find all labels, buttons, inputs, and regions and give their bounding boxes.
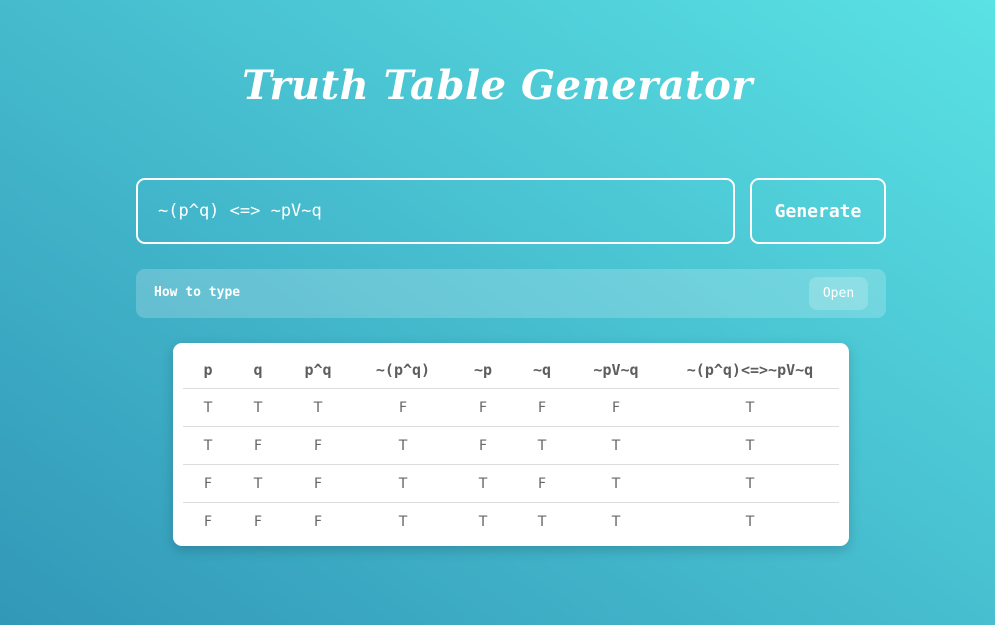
table-cell: T	[661, 464, 839, 503]
table-cell: F	[571, 388, 661, 427]
table-cell: T	[611, 513, 621, 530]
table-cell: T	[571, 426, 661, 465]
table-cell: F	[513, 464, 571, 503]
table-cell: F	[233, 426, 283, 465]
table-cell: F	[313, 513, 323, 530]
table-cell: T	[183, 426, 233, 465]
column-header: ~q	[513, 351, 571, 389]
table-cell: F	[253, 513, 263, 530]
table-row: T T T F F F F T	[183, 388, 839, 427]
column-header: ~p	[453, 351, 513, 389]
column-header: p^q	[283, 351, 353, 389]
table-cell: F	[513, 388, 571, 427]
table-row: F F F T T T T T	[183, 503, 839, 541]
table-cell: T	[453, 464, 513, 503]
table-cell: F	[453, 388, 513, 427]
table-cell: T	[233, 388, 283, 427]
column-header: ~pV~q	[571, 351, 661, 389]
table-cell: F	[283, 426, 353, 465]
table-cell: T	[353, 426, 453, 465]
table-cell: T	[283, 388, 353, 427]
table-cell: T	[183, 388, 233, 427]
table-cell: F	[203, 513, 213, 530]
column-header: q	[233, 351, 283, 389]
table-cell: T	[745, 513, 755, 530]
table-header-row: p q p^q ~(p^q) ~p ~q ~pV~q ~(p^q)<=>~pV~…	[183, 351, 839, 389]
table-cell: T	[661, 388, 839, 427]
truth-table-card: p q p^q ~(p^q) ~p ~q ~pV~q ~(p^q)<=>~pV~…	[173, 343, 849, 546]
how-to-type-label: How to type	[154, 285, 241, 300]
table-cell: T	[513, 426, 571, 465]
column-header: ~(p^q)	[353, 351, 453, 389]
expression-input[interactable]	[136, 178, 735, 244]
table-cell: F	[283, 464, 353, 503]
table-cell: F	[453, 426, 513, 465]
page-title: Truth Table Generator	[242, 62, 753, 109]
table-cell: T	[537, 513, 547, 530]
column-header: p	[183, 351, 233, 389]
table-cell: T	[478, 513, 488, 530]
table-row: T F F T F T T T	[183, 426, 839, 465]
how-to-type-panel[interactable]: How to type Open	[136, 269, 886, 318]
table-cell: T	[661, 426, 839, 465]
open-button[interactable]: Open	[809, 277, 868, 310]
table-cell: F	[183, 464, 233, 503]
generate-button[interactable]: Generate	[750, 178, 886, 244]
table-cell: T	[233, 464, 283, 503]
table-cell: T	[398, 513, 408, 530]
table-cell: T	[571, 464, 661, 503]
table-cell: T	[353, 464, 453, 503]
table-row: F T F T T F T T	[183, 464, 839, 503]
column-header: ~(p^q)<=>~pV~q	[661, 351, 839, 389]
table-cell: F	[353, 388, 453, 427]
truth-table: p q p^q ~(p^q) ~p ~q ~pV~q ~(p^q)<=>~pV~…	[183, 351, 839, 540]
